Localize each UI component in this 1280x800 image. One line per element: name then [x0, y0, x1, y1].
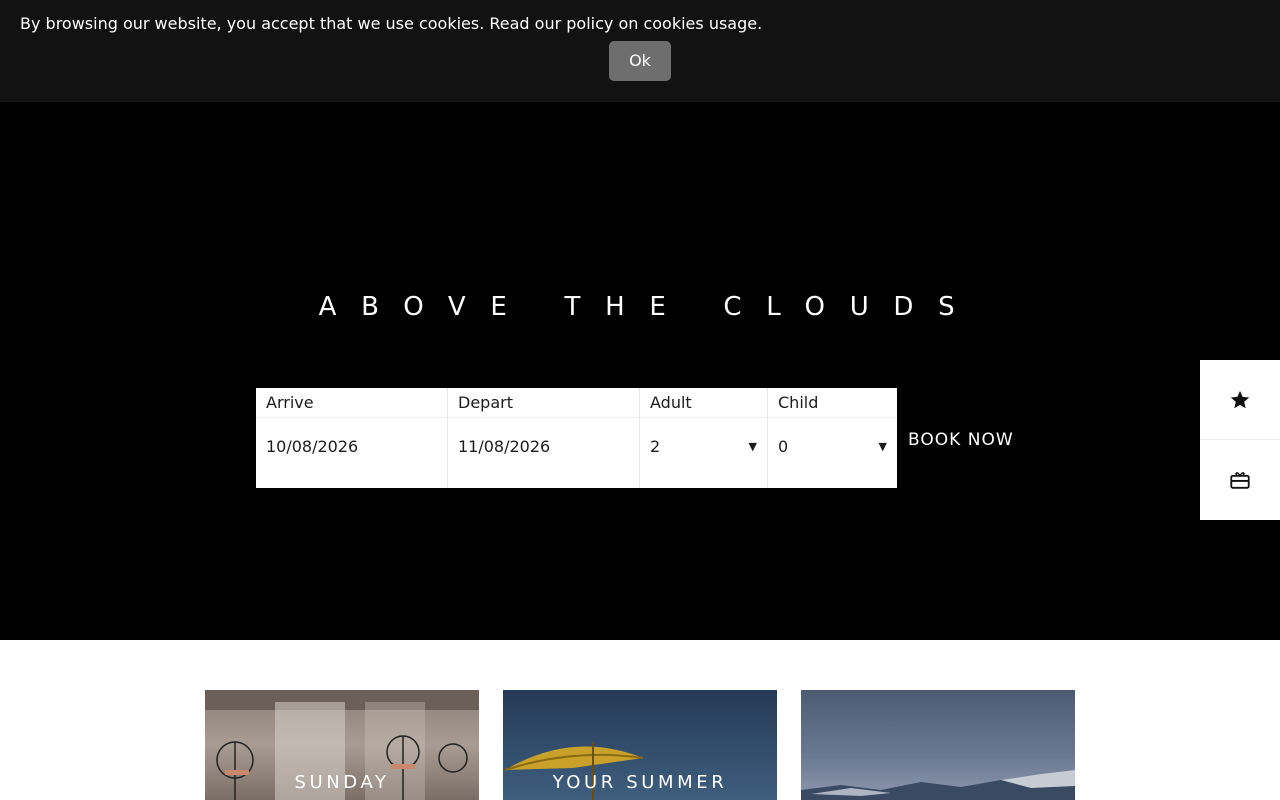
book-now-button[interactable]: BOOK NOW — [908, 430, 1014, 450]
depart-date-input[interactable]: 11/08/2026 — [458, 436, 550, 458]
offers-section: SUNDAY YOUR SUMMER — [0, 640, 1280, 800]
card-title: SUNDAY — [294, 772, 390, 793]
arrive-date-input[interactable]: 10/08/2026 — [266, 436, 358, 458]
side-tab-favorites[interactable] — [1200, 360, 1280, 440]
hero-title: ABOVE THE CLOUDS — [318, 292, 980, 322]
offer-card-mountains[interactable] — [801, 690, 1075, 800]
hero-section: ABOVE THE CLOUDS — [0, 102, 1280, 640]
side-tabs — [1200, 360, 1280, 520]
cookie-ok-button[interactable]: Ok — [609, 41, 671, 81]
adult-select[interactable]: 2 — [650, 436, 660, 458]
adult-label: Adult — [650, 393, 692, 412]
cookie-banner: By browsing our website, you accept that… — [0, 0, 1280, 102]
star-icon — [1230, 390, 1250, 408]
offer-card-sunday[interactable]: SUNDAY — [205, 690, 479, 800]
field-divider — [256, 417, 447, 418]
gift-card-icon — [1230, 472, 1250, 489]
field-divider — [768, 417, 897, 418]
card-image — [801, 770, 1075, 800]
child-label: Child — [778, 393, 819, 412]
adult-field[interactable]: Adult 2 ▼ — [640, 388, 768, 488]
caret-down-icon[interactable]: ▼ — [749, 440, 757, 453]
booking-form: Arrive 10/08/2026 Depart 11/08/2026 Adul… — [256, 388, 897, 488]
depart-label: Depart — [458, 393, 513, 412]
card-title: YOUR SUMMER — [552, 772, 728, 793]
arrive-label: Arrive — [266, 393, 314, 412]
field-divider — [640, 417, 767, 418]
field-divider — [448, 417, 639, 418]
depart-field[interactable]: Depart 11/08/2026 — [448, 388, 640, 488]
side-tab-gift-card[interactable] — [1200, 440, 1280, 520]
child-field[interactable]: Child 0 ▼ — [768, 388, 897, 488]
caret-down-icon[interactable]: ▼ — [879, 440, 887, 453]
arrive-field[interactable]: Arrive 10/08/2026 — [256, 388, 448, 488]
child-select[interactable]: 0 — [778, 436, 788, 458]
cookie-message: By browsing our website, you accept that… — [20, 14, 763, 33]
offer-card-summer[interactable]: YOUR SUMMER — [503, 690, 777, 800]
